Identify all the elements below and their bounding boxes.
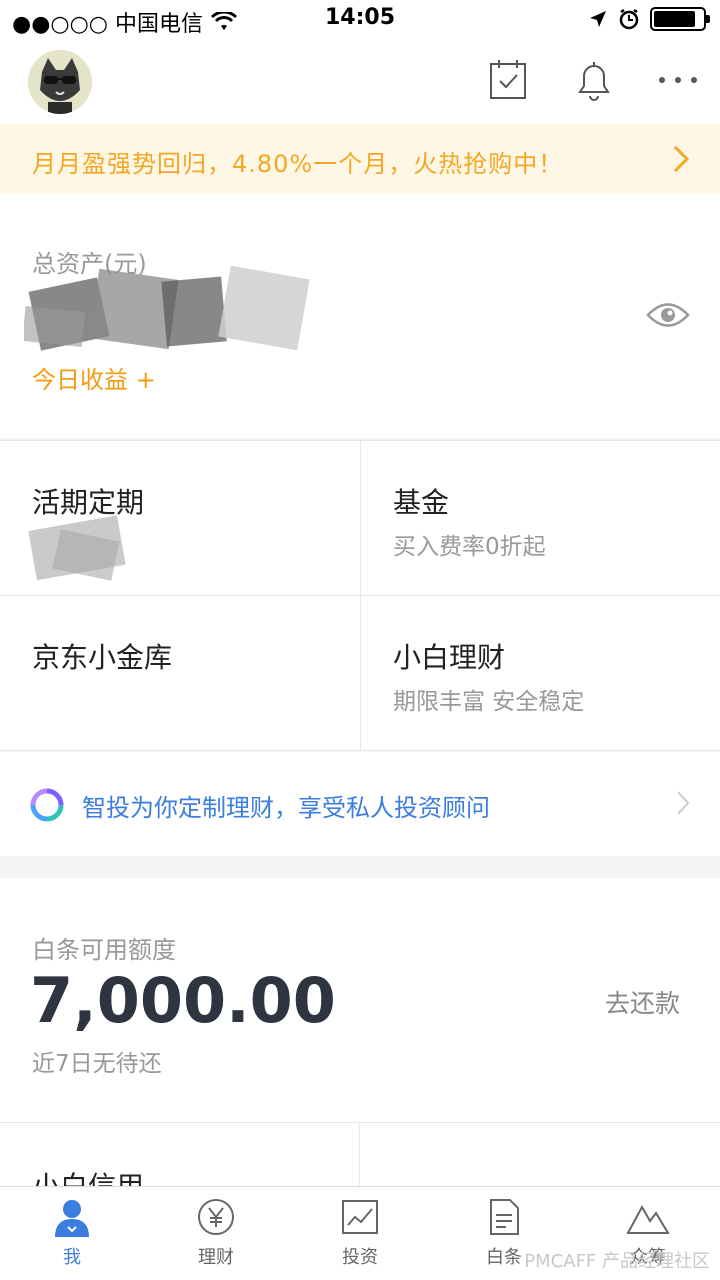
avatar[interactable] — [28, 50, 92, 114]
location-arrow-icon — [590, 11, 606, 27]
credit-amount: 7,000.00 — [30, 964, 336, 1037]
smart-invest-icon — [30, 788, 64, 822]
chevron-right-icon — [677, 791, 690, 815]
tab-label: 我 — [63, 1247, 81, 1268]
product-cell-fund[interactable]: 基金 买入费率0折起 — [360, 441, 720, 596]
masked-assets-value — [24, 265, 310, 351]
product-subtitle: 期限丰富 安全稳定 — [393, 689, 585, 715]
product-cell-jd-vault[interactable]: 京东小金库 — [0, 596, 360, 751]
masked-product-value — [28, 515, 126, 581]
product-cell-xiaobai-wealth[interactable]: 小白理财 期限丰富 安全稳定 — [360, 596, 720, 751]
total-assets-section[interactable]: 总资产(元) 今日收益 + — [0, 194, 720, 438]
tab-wealth[interactable]: 理财 — [144, 1197, 288, 1280]
status-icons — [588, 7, 710, 31]
product-title: 基金 — [393, 486, 450, 519]
tab-invest[interactable]: 投资 — [288, 1197, 432, 1280]
credit-label: 白条可用额度 — [32, 936, 176, 964]
user-icon — [55, 1200, 89, 1237]
avatar-image — [28, 50, 92, 114]
watermark: PMCAFF 产品经理社区 — [524, 1251, 710, 1272]
promo-banner[interactable]: 月月盈强势回归，4.80%一个月，火热抢购中！ — [0, 124, 720, 194]
chart-icon — [342, 1200, 378, 1234]
status-bar: ●●○○○ 中国电信 14:05 — [0, 0, 720, 40]
document-icon — [490, 1199, 519, 1235]
eye-icon[interactable] — [646, 300, 690, 330]
advisor-text: 智投为你定制理财，享受私人投资顾问 — [82, 794, 490, 822]
more-icon[interactable] — [656, 58, 700, 102]
today-earnings-label: 今日收益 + — [32, 366, 156, 394]
product-title: 京东小金库 — [32, 641, 173, 674]
repay-button[interactable]: 去还款 — [605, 984, 680, 1020]
credit-note: 近7日无待还 — [32, 1051, 162, 1077]
yen-icon — [198, 1199, 234, 1235]
tab-label: 理财 — [198, 1247, 234, 1268]
promo-text: 月月盈强势回归，4.80%一个月，火热抢购中！ — [32, 150, 564, 178]
chevron-right-icon — [673, 145, 690, 173]
product-grid: 活期定期 基金 买入费率0折起 京东小金库 小白理财 期限丰富 安全稳定 — [0, 440, 720, 751]
alarm-icon — [619, 8, 639, 30]
battery-fill — [654, 11, 695, 27]
product-subtitle: 买入费率0折起 — [393, 534, 546, 560]
tab-bar: 我 理财 投资 白条 众筹 PMCAFF 产品经理社区 — [0, 1186, 720, 1280]
baitiao-credit-section[interactable]: 白条可用额度 7,000.00 近7日无待还 去还款 — [0, 878, 720, 1122]
tab-me[interactable]: 我 — [0, 1197, 144, 1280]
mountain-icon — [626, 1204, 670, 1234]
top-header — [0, 40, 720, 124]
battery-icon — [650, 7, 710, 31]
tab-label: 投资 — [342, 1247, 378, 1268]
product-title: 小白理财 — [393, 641, 506, 674]
bell-icon[interactable] — [572, 58, 612, 102]
calendar-check-icon[interactable] — [488, 58, 528, 102]
smart-advisor-row[interactable]: 智投为你定制理财，享受私人投资顾问 — [0, 752, 720, 856]
product-cell-current-fixed[interactable]: 活期定期 — [0, 441, 360, 596]
